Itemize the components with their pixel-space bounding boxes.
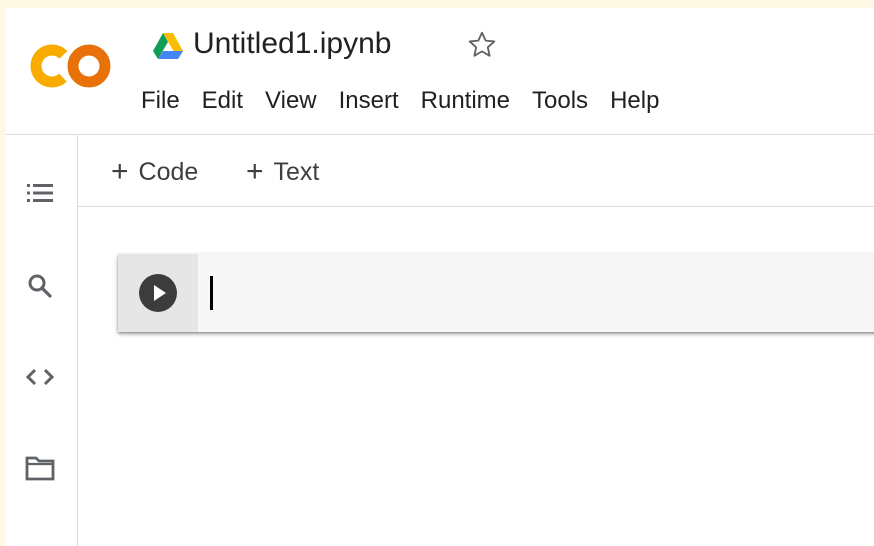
star-icon[interactable] [465, 28, 499, 62]
search-button[interactable] [20, 266, 60, 306]
add-code-label: Code [138, 157, 199, 186]
search-icon [28, 274, 52, 298]
table-of-contents-icon [27, 184, 53, 202]
files-button[interactable] [20, 448, 60, 488]
add-text-cell-button[interactable]: + Text [246, 155, 319, 189]
menu-bar: File Edit View Insert Runtime Tools Help [134, 84, 674, 118]
code-editor[interactable] [198, 254, 874, 332]
play-circle-icon[interactable] [138, 273, 178, 313]
menu-tools[interactable]: Tools [525, 84, 595, 118]
menu-help[interactable]: Help [603, 84, 666, 118]
colab-logo[interactable] [28, 38, 114, 94]
notebook-title[interactable]: Untitled1.ipynb [193, 24, 391, 64]
code-snippets-icon [25, 368, 55, 386]
add-code-cell-button[interactable]: + Code [111, 155, 198, 189]
google-drive-icon [153, 33, 183, 59]
text-cursor [210, 276, 213, 310]
plus-icon: + [111, 155, 129, 188]
notebook-toolbar: + Code + Text [78, 135, 874, 207]
code-cell [118, 254, 874, 332]
header: Untitled1.ipynb File Edit View Insert Ru… [6, 8, 874, 135]
table-of-contents-button[interactable] [20, 173, 60, 213]
cell-gutter [118, 254, 198, 332]
add-text-label: Text [273, 157, 320, 186]
menu-view[interactable]: View [258, 84, 324, 118]
left-sidebar [6, 135, 78, 546]
plus-icon: + [246, 155, 264, 188]
colab-window: Untitled1.ipynb File Edit View Insert Ru… [6, 8, 874, 546]
code-snippets-button[interactable] [20, 357, 60, 397]
menu-runtime[interactable]: Runtime [414, 84, 517, 118]
menu-edit[interactable]: Edit [195, 84, 250, 118]
menu-file[interactable]: File [134, 84, 187, 118]
menu-insert[interactable]: Insert [332, 84, 406, 118]
folder-icon [25, 456, 55, 481]
